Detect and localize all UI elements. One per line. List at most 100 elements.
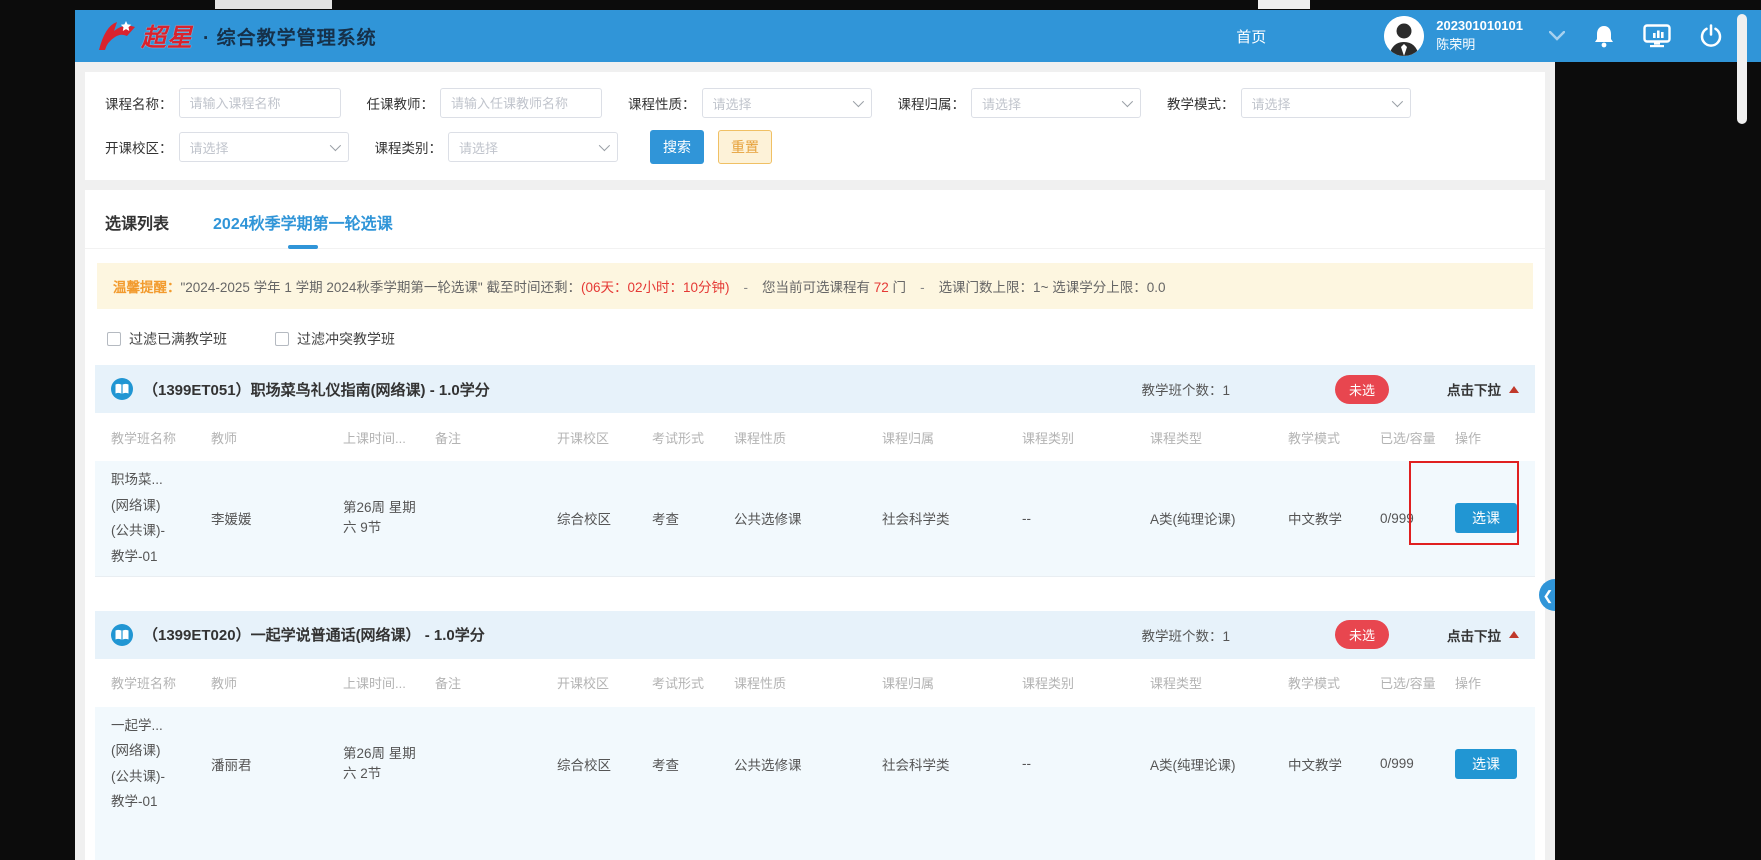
course-2-class-count: 教学班个数：1 (1141, 625, 1230, 645)
person-icon (1384, 16, 1424, 56)
screen-monitor-icon[interactable] (1643, 24, 1671, 48)
notice-dash: - (744, 280, 749, 295)
chaoxing-logo-icon (97, 18, 137, 54)
notice-segment3: 门 (889, 280, 906, 295)
course-2-status-badge: 未选 (1335, 620, 1389, 649)
column-header: 已选/容量 (1380, 428, 1455, 447)
select-course-button[interactable]: 选课 (1455, 503, 1517, 533)
action-cell: 选课 (1455, 503, 1539, 533)
course-list-panel: 选课列表 2024秋季学期第一轮选课 温馨提醒："2024-2025 学年 1 … (85, 190, 1545, 860)
checkbox-icon[interactable] (275, 332, 289, 346)
chevron-down-icon (329, 140, 340, 151)
browser-strip-fragment (215, 0, 332, 9)
course-belong-select[interactable]: 请选择 (971, 88, 1141, 118)
course-name-input[interactable] (179, 88, 341, 118)
notice-countdown: (06天：02小时：10分钟) (581, 280, 730, 295)
scrollbar-thumb[interactable] (1737, 14, 1747, 124)
screenshot-canvas: 超星 · 综合教学管理系统 首页 202301010101 陈荣明 (0, 0, 1761, 860)
notice-segment1: "2024-2025 学年 1 学期 2024秋季学期第一轮选课" 截至时间还剩… (181, 280, 581, 295)
campus-select[interactable]: 请选择 (179, 132, 349, 162)
notice-banner: 温馨提醒："2024-2025 学年 1 学期 2024秋季学期第一轮选课" 截… (97, 263, 1533, 309)
topbar-right-group: 首页 202301010101 陈荣明 (1236, 16, 1761, 56)
column-header: 课程性质 (734, 673, 882, 692)
mode-cell: 中文教学 (1288, 508, 1380, 528)
course-1-class-row: 职场菜... (网络课) (公共课)- 教学-01 李媛媛 第26周 星期六 9… (95, 461, 1535, 577)
campus-cell: 综合校区 (557, 508, 652, 528)
category-cell: -- (1022, 756, 1150, 771)
time-cell: 第26周 星期六 2节 (343, 744, 435, 785)
logout-power-icon[interactable] (1699, 24, 1723, 48)
filter-course-name: 课程名称： (105, 88, 341, 118)
column-header: 课程类别 (1022, 428, 1150, 447)
notice-prefix: 温馨提醒： (113, 280, 181, 295)
column-header: 教学班名称 (111, 673, 211, 692)
belong-cell: 社会科学类 (882, 754, 1022, 774)
time-cell: 第26周 星期六 9节 (343, 498, 435, 539)
user-info[interactable]: 202301010101 陈荣明 (1436, 17, 1523, 55)
tabs-row: 选课列表 2024秋季学期第一轮选课 (85, 190, 1545, 249)
notification-bell-icon[interactable] (1593, 24, 1615, 48)
tab-round-1[interactable]: 2024秋季学期第一轮选课 (213, 210, 393, 234)
column-header: 开课校区 (557, 428, 652, 447)
course-2-header[interactable]: （1399ET020）一起学说普通话(网络课） - 1.0学分 教学班个数：1 … (95, 611, 1535, 659)
checkbox-icon[interactable] (107, 332, 121, 346)
teacher-cell: 潘丽君 (211, 754, 343, 774)
course-1-expand-toggle[interactable]: 点击下拉 (1447, 379, 1519, 399)
category-cell: -- (1022, 511, 1150, 526)
column-header: 课程归属 (882, 673, 1022, 692)
chevron-down-icon (599, 140, 610, 151)
filter-conflict-classes[interactable]: 过滤冲突教学班 (275, 329, 395, 349)
filter-row-1: 课程名称： 任课教师： 课程性质： 请选择 课程归属： (105, 88, 1525, 118)
notice-segment4: 选课门数上限：1~ 选课学分上限：0.0 (939, 280, 1166, 295)
nav-home-link[interactable]: 首页 (1236, 26, 1266, 47)
column-header: 备注 (435, 428, 557, 447)
chevron-left-icon: ❮ (1543, 589, 1554, 602)
filter-teacher: 任课教师： (367, 88, 603, 118)
filter-course-nature: 课程性质： 请选择 (628, 88, 872, 118)
top-navbar: 超星 · 综合教学管理系统 首页 202301010101 陈荣明 (75, 10, 1761, 62)
course-category-select[interactable]: 请选择 (448, 132, 618, 162)
teacher-input[interactable] (440, 88, 602, 118)
user-avatar[interactable] (1384, 16, 1424, 56)
course-1-class-count: 教学班个数：1 (1141, 379, 1230, 399)
user-id: 202301010101 (1436, 17, 1523, 36)
course-category-value: 请选择 (459, 138, 498, 157)
column-header: 课程类别 (1022, 673, 1150, 692)
tab-round-1-label: 2024秋季学期第一轮选课 (213, 216, 393, 233)
course-belong-label: 课程归属： (898, 93, 966, 113)
expand-label: 点击下拉 (1447, 625, 1501, 645)
column-header: 教学模式 (1288, 673, 1380, 692)
campus-cell: 综合校区 (557, 754, 652, 774)
course-name-label: 课程名称： (105, 93, 173, 113)
column-header: 教学班名称 (111, 428, 211, 447)
course-section-2: （1399ET020）一起学说普通话(网络课） - 1.0学分 教学班个数：1 … (95, 611, 1535, 860)
filter-full-classes[interactable]: 过滤已满教学班 (107, 329, 227, 349)
column-header: 上课时间... (343, 673, 435, 692)
column-header: 上课时间... (343, 428, 435, 447)
course-1-status-badge: 未选 (1335, 375, 1389, 404)
course-2-expand-toggle[interactable]: 点击下拉 (1447, 625, 1519, 645)
chevron-down-icon[interactable] (1549, 31, 1565, 41)
filter-conflict-classes-label: 过滤冲突教学班 (297, 329, 395, 349)
search-button[interactable]: 搜索 (650, 130, 704, 164)
teach-mode-select[interactable]: 请选择 (1241, 88, 1411, 118)
notice-course-count: 72 (874, 280, 889, 295)
campus-label: 开课校区： (105, 137, 173, 157)
select-course-button[interactable]: 选课 (1455, 749, 1517, 779)
column-header: 课程类型 (1150, 673, 1288, 692)
course-1-header[interactable]: （1399ET051）职场菜鸟礼仪指南(网络课) - 1.0学分 教学班个数：1… (95, 365, 1535, 413)
capacity-cell: 0/999 (1380, 511, 1455, 526)
column-header: 教学模式 (1288, 428, 1380, 447)
filter-checkboxes-row: 过滤已满教学班 过滤冲突教学班 (107, 329, 1523, 349)
mode-cell: 中文教学 (1288, 754, 1380, 774)
course-nature-select[interactable]: 请选择 (702, 88, 872, 118)
course-nature-label: 课程性质： (628, 93, 696, 113)
course-2-class-row: 一起学... (网络课) (公共课)- 教学-01 潘丽君 第26周 星期六 2… (95, 707, 1535, 860)
book-icon (111, 624, 133, 646)
reset-button[interactable]: 重置 (718, 130, 772, 164)
triangle-up-icon (1509, 386, 1519, 393)
column-header: 备注 (435, 673, 557, 692)
chevron-down-icon (1391, 96, 1402, 107)
column-header: 考试形式 (652, 428, 734, 447)
course-nature-value: 请选择 (713, 94, 752, 113)
